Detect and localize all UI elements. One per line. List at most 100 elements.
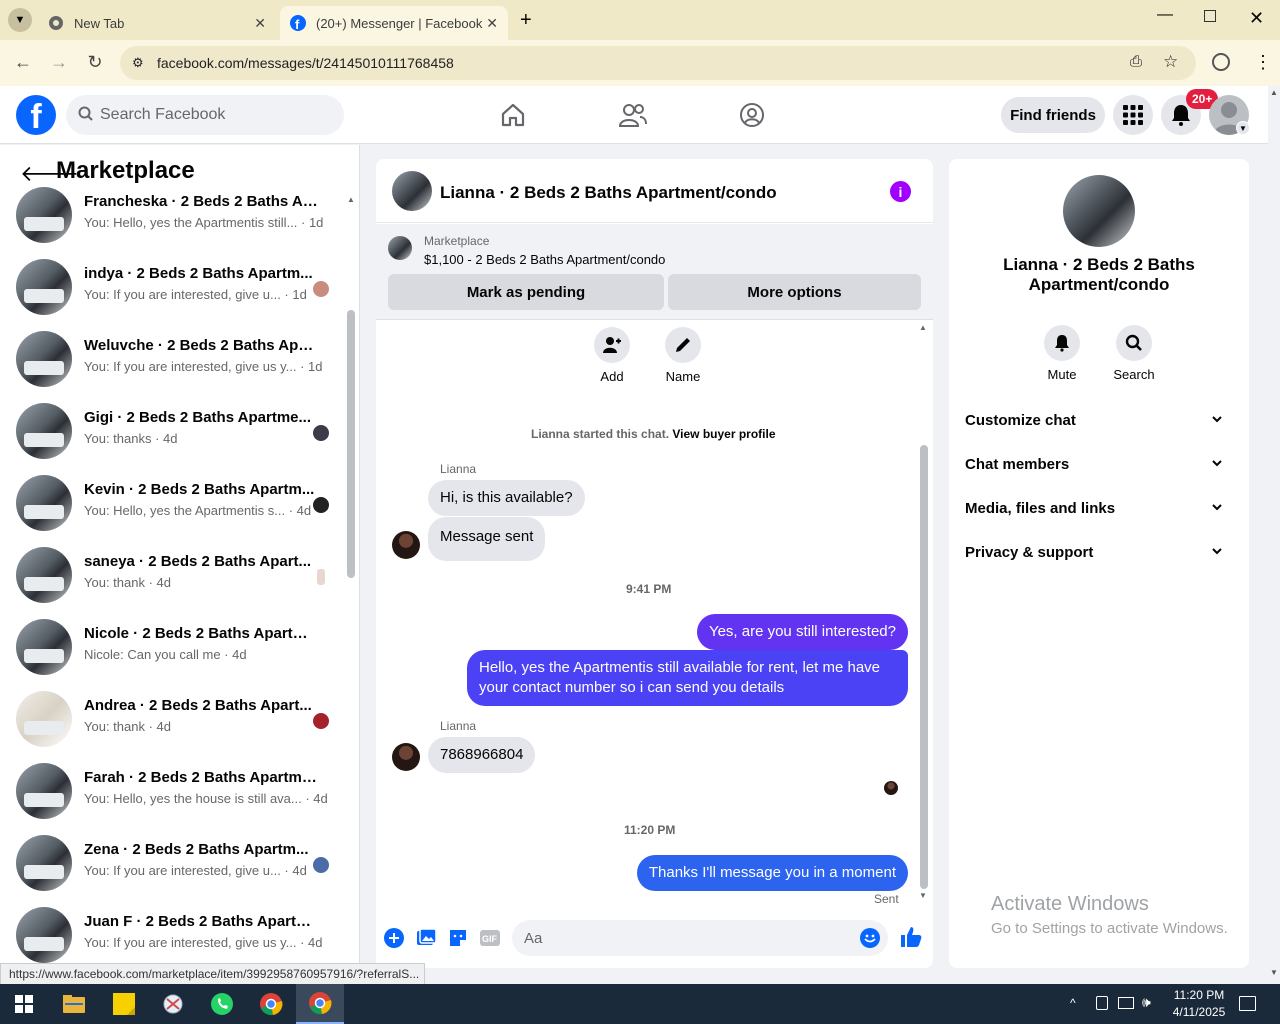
mark-as-pending-button[interactable]: Mark as pending [388,274,664,310]
forward-arrow-icon[interactable]: → [48,52,70,73]
sender-avatar[interactable] [392,743,420,771]
chrome-profile-icon[interactable] [247,984,295,1024]
volume-icon[interactable]: 🕪 [1142,994,1151,1011]
conversation-item[interactable]: Farah · 2 Beds 2 Baths Apartmen... You: … [0,763,345,835]
chat-members-section[interactable]: Chat members [965,456,1233,473]
conversation-snippet: You: thanks · 4d [84,431,178,446]
conversation-item[interactable]: saneya · 2 Beds 2 Baths Apart... You: th… [0,547,345,619]
site-info-icon[interactable]: ⚙ [132,55,144,71]
conversation-item[interactable]: Nicole · 2 Beds 2 Baths Apartme... Nicol… [0,619,345,691]
scrollbar[interactable] [347,310,355,578]
media-files-links-section[interactable]: Media, files and links [965,500,1233,517]
search-in-chat-button[interactable]: Search [1104,325,1164,382]
close-tab-icon[interactable]: ✕ [254,15,266,32]
scroll-up-icon[interactable]: ▲ [347,195,355,204]
scroll-up-icon[interactable]: ▲ [919,323,927,332]
address-bar[interactable]: ⚙ facebook.com/messages/t/24145010111768… [120,46,1196,80]
profile-icon[interactable] [1212,53,1230,71]
view-buyer-profile-link[interactable]: View buyer profile [672,427,775,441]
customize-chat-section[interactable]: Customize chat [965,412,1233,429]
emoji-icon[interactable] [860,928,880,952]
sticker-icon[interactable] [448,928,468,948]
mute-button[interactable]: Mute [1032,325,1092,382]
message-input[interactable]: Aa [512,920,888,956]
windows-start-icon[interactable] [0,984,48,1024]
install-icon[interactable]: ⎙ [1130,53,1142,70]
chrome-menu-icon[interactable]: ⋮ [1254,52,1272,73]
snipping-tool-icon[interactable] [149,984,197,1024]
friends-icon[interactable] [618,100,648,130]
add-people-button[interactable]: Add [592,327,632,384]
conversation-item[interactable]: indya · 2 Beds 2 Baths Apartm... You: If… [0,259,345,331]
facebook-logo[interactable]: f [16,95,56,135]
sender-avatar[interactable] [392,531,420,559]
tab-messenger[interactable]: f (20+) Messenger | Facebook ✕ [280,6,508,40]
restore-button[interactable] [1204,10,1216,22]
incoming-message[interactable]: Hi, is this available? [428,480,585,516]
add-label: Add [600,369,624,384]
sticky-notes-icon[interactable] [100,984,148,1024]
outgoing-message[interactable]: Hello, yes the Apartmentis still availab… [467,650,908,706]
conversation-item[interactable]: Kevin · 2 Beds 2 Baths Apartm... You: He… [0,475,345,547]
conversation-item[interactable]: Gigi · 2 Beds 2 Baths Apartme... You: th… [0,403,345,475]
scroll-down-icon[interactable]: ▼ [919,891,927,900]
conversation-item[interactable]: Zena · 2 Beds 2 Baths Apartm... You: If … [0,835,345,907]
taskbar-clock[interactable]: 11:20 PM 4/11/2025 [1164,987,1234,1021]
close-window-button[interactable]: ✕ [1249,8,1264,29]
tab-new-tab[interactable]: New Tab ✕ [38,6,276,40]
meet-now-icon[interactable] [1096,996,1108,1010]
conversation-item[interactable]: Francheska · 2 Beds 2 Baths Apa... You: … [0,187,345,259]
minimize-button[interactable]: — [1157,6,1173,24]
page-scrollbar[interactable]: ▲ ▼ [1268,86,1280,984]
more-options-button[interactable]: More options [668,274,921,310]
plus-circle-icon[interactable] [384,928,404,948]
listing-price[interactable]: $1,100 - 2 Beds 2 Baths Apartment/condo [424,252,665,267]
chat-title[interactable]: Lianna · 2 Beds 2 Baths Apartment/condo [440,183,777,203]
back-arrow-icon[interactable]: ← [12,52,34,73]
tab-search-button[interactable]: ▼ [8,8,32,32]
name-chat-button[interactable]: Name [660,327,706,384]
panel-title: Marketplace [56,157,195,184]
chrome-active-icon[interactable] [296,984,344,1024]
scroll-down-icon[interactable]: ▼ [1270,968,1278,977]
browser-tab-strip: ▼ New Tab ✕ f (20+) Messenger | Facebook… [0,0,1280,40]
thumbs-up-icon[interactable] [900,926,922,947]
search-input[interactable]: Search Facebook [66,95,344,135]
chevron-down-icon[interactable]: ▼ [1236,121,1250,135]
outgoing-message[interactable]: Thanks I'll message you in a moment [636,855,908,891]
listing-thumbnail[interactable] [388,236,412,260]
gif-icon[interactable]: GIF [480,928,500,948]
scrollbar[interactable] [920,445,928,889]
notification-center-icon[interactable] [1239,996,1256,1011]
timestamp: 9:41 PM [626,582,672,596]
add-person-icon [594,327,630,363]
url-text: facebook.com/messages/t/2414501011176845… [157,55,454,71]
incoming-message[interactable]: 7868966804 [428,737,536,773]
scroll-up-icon[interactable]: ▲ [1270,88,1278,97]
reload-icon[interactable]: ↻ [84,52,106,73]
info-icon[interactable]: i [890,181,911,202]
chat-avatar[interactable] [392,171,432,211]
bookmark-star-icon[interactable]: ☆ [1163,52,1178,72]
find-friends-button[interactable]: Find friends [1001,97,1105,133]
search-icon [78,106,94,127]
file-explorer-icon[interactable] [50,984,98,1024]
outgoing-message[interactable]: Yes, are you still interested? [696,614,908,650]
whatsapp-icon[interactable] [198,984,246,1024]
conversation-item[interactable]: Andrea · 2 Beds 2 Baths Apart... You: th… [0,691,345,763]
new-tab-button[interactable]: + [520,9,532,32]
menu-grid-icon[interactable] [1113,95,1153,135]
incoming-message[interactable]: Message sent [428,517,546,561]
home-icon[interactable] [498,100,528,130]
tab-label: New Tab [74,15,125,31]
conversation-avatar[interactable] [1063,175,1135,247]
groups-icon[interactable] [737,100,767,130]
close-tab-icon[interactable]: ✕ [486,15,498,32]
privacy-support-section[interactable]: Privacy & support [965,544,1233,561]
network-icon[interactable] [1118,997,1134,1009]
conversation-item[interactable]: Weluvche · 2 Beds 2 Baths Apart... You: … [0,331,345,403]
photo-icon[interactable] [416,928,437,948]
conversation-item[interactable]: Juan F · 2 Beds 2 Baths Apartme... You: … [0,907,345,963]
tray-chevron-icon[interactable]: ^ [1070,996,1076,1010]
section-label: Customize chat [965,412,1076,429]
